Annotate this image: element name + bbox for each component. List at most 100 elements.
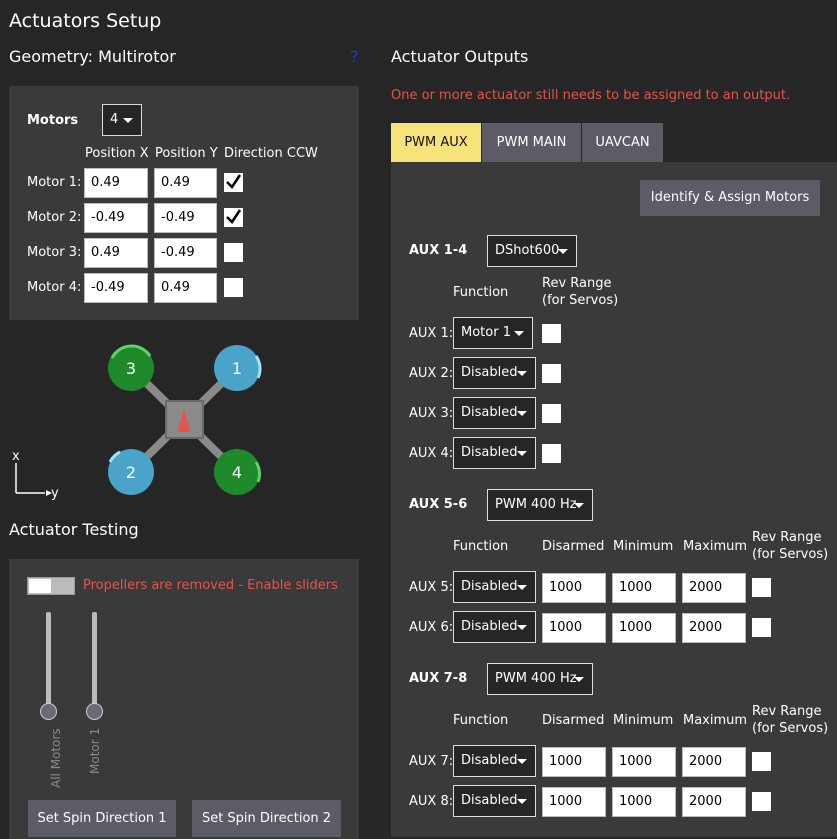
chevron-down-icon [558,249,568,254]
rotor-label: 3 [126,359,136,378]
set-spin-direction-2-button[interactable]: Set Spin Direction 2 [192,800,341,837]
chevron-down-icon [517,451,527,456]
col-rev-range-sub: (for Servos) [752,547,829,562]
chevron-down-icon [517,371,527,376]
protocol-select-aux-1-4[interactable]: DShot600 [487,235,577,267]
identify-assign-motors-button[interactable]: Identify & Assign Motors [640,180,820,216]
group-label-aux-5-6: AUX 5-6 [409,497,468,512]
aux4-function-select[interactable]: Disabled [453,437,536,469]
aux7-minimum-input[interactable]: 1000 [612,747,676,777]
aux7-rev-range-checkbox[interactable] [752,752,771,771]
function-value: Disabled [461,619,518,634]
aux2-function-select[interactable]: Disabled [453,357,536,389]
tab-pwm-aux[interactable]: PWM AUX [391,123,481,162]
motor3-position-x[interactable]: 0.49 [84,238,148,268]
motor4-position-y[interactable]: 0.49 [154,273,217,303]
aux7-maximum-input[interactable]: 2000 [682,747,746,777]
chevron-down-icon [517,799,527,804]
function-value: Disabled [461,753,518,768]
testing-title: Actuator Testing [9,520,139,539]
motor1-direction-checkbox[interactable] [224,173,243,192]
motors-count-select[interactable]: 4 [102,104,142,136]
page-title: Actuators Setup [9,10,162,32]
aux1-function-select[interactable]: Motor 1 [453,317,533,349]
protocol-select-aux-5-6[interactable]: PWM 400 Hz [487,489,593,521]
aux8-rev-range-checkbox[interactable] [752,792,771,811]
chevron-down-icon [517,585,527,590]
aux8-maximum-input[interactable]: 2000 [682,787,746,817]
aux8-disarmed-input[interactable]: 1000 [542,787,606,817]
geometry-title: Geometry: Multirotor [9,47,176,66]
tab-pwm-main[interactable]: PWM MAIN [482,123,581,162]
checkmark-icon [226,209,242,224]
aux5-disarmed-input[interactable]: 1000 [542,573,606,603]
motor-row-label: Motor 1: [27,175,82,190]
motor1-position-x[interactable]: 0.49 [84,168,148,198]
col-function: Function [453,285,509,300]
function-value: Disabled [461,405,518,420]
col-maximum: Maximum [683,713,748,728]
tab-uavcan[interactable]: UAVCAN [582,123,663,162]
aux6-disarmed-input[interactable]: 1000 [542,613,606,643]
aux8-function-select[interactable]: Disabled [453,785,536,817]
function-value: Disabled [461,579,518,594]
motor3-direction-checkbox[interactable] [224,243,243,262]
aux6-function-select[interactable]: Disabled [453,611,536,643]
aux5-minimum-input[interactable]: 1000 [612,573,676,603]
aux8-minimum-input[interactable]: 1000 [612,787,676,817]
outputs-warning: One or more actuator still needs to be a… [391,88,791,103]
col-rev-range: Rev Range [542,276,612,291]
col-function: Function [453,713,509,728]
protocol-value: PWM 400 Hz [495,671,577,686]
aux5-function-select[interactable]: Disabled [453,571,536,603]
aux-row-label: AUX 4: [409,446,454,461]
slider-track-motor-1[interactable] [92,612,97,712]
col-minimum: Minimum [613,539,674,554]
aux2-rev-range-checkbox[interactable] [542,364,561,383]
rotor-label: 2 [126,463,136,482]
aux6-rev-range-checkbox[interactable] [752,618,771,637]
aux4-rev-range-checkbox[interactable] [542,444,561,463]
slider-track-all-motors[interactable] [46,612,51,712]
col-rev-range-sub: (for Servos) [542,293,619,308]
aux5-rev-range-checkbox[interactable] [752,578,771,597]
aux-row-label: AUX 2: [409,366,454,381]
aux6-maximum-input[interactable]: 2000 [682,613,746,643]
col-maximum: Maximum [683,539,748,554]
aux7-function-select[interactable]: Disabled [453,745,536,777]
motor3-position-y[interactable]: -0.49 [154,238,217,268]
slider-thumb-all-motors[interactable] [40,703,57,720]
enable-sliders-toggle[interactable] [27,577,75,595]
motor4-direction-checkbox[interactable] [224,278,243,297]
aux5-maximum-input[interactable]: 2000 [682,573,746,603]
chevron-down-icon [517,411,527,416]
aux3-function-select[interactable]: Disabled [453,397,536,429]
motor2-direction-checkbox[interactable] [224,208,243,227]
motor2-position-y[interactable]: -0.49 [154,203,217,233]
aux7-disarmed-input[interactable]: 1000 [542,747,606,777]
geometry-diagram: 3 1 2 4 x y [12,344,262,501]
aux1-rev-range-checkbox[interactable] [542,324,561,343]
aux6-minimum-input[interactable]: 1000 [612,613,676,643]
motor1-position-y[interactable]: 0.49 [154,168,217,198]
col-rev-range: Rev Range [752,530,822,545]
set-spin-direction-1-button[interactable]: Set Spin Direction 1 [28,800,176,837]
aux-row-label: AUX 7: [409,754,454,769]
motor4-position-x[interactable]: -0.49 [84,273,148,303]
chevron-down-icon [574,677,584,682]
chevron-down-icon [514,331,524,336]
aux-row-label: AUX 1: [409,326,454,341]
motor-row-label: Motor 2: [27,210,82,225]
slider-label-motor-1: Motor 1 [88,727,102,774]
chevron-down-icon [574,503,584,508]
protocol-select-aux-7-8[interactable]: PWM 400 Hz [487,663,593,695]
aux3-rev-range-checkbox[interactable] [542,404,561,423]
help-icon[interactable]: ? [350,47,359,66]
protocol-value: DShot600 [495,243,560,258]
col-function: Function [453,539,509,554]
slider-thumb-motor-1[interactable] [86,703,103,720]
motor2-position-x[interactable]: -0.49 [84,203,148,233]
function-value: Motor 1 [461,325,511,340]
testing-panel [9,559,359,839]
aux-row-label: AUX 8: [409,794,454,809]
